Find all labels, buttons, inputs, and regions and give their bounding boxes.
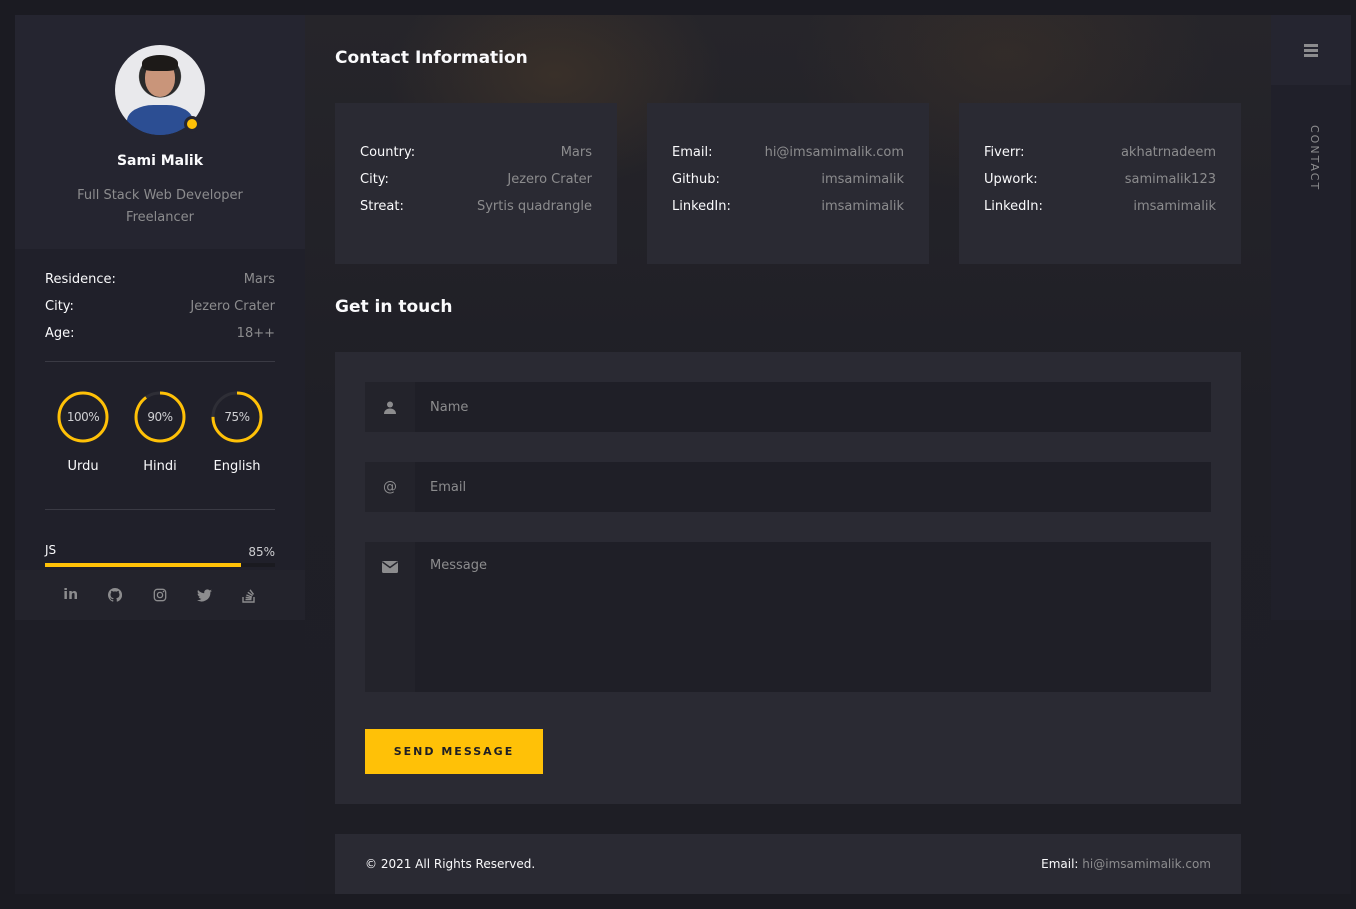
- profile-name: Sami Malik: [116, 153, 204, 169]
- profile-role-line: Full Stack Web Developer: [77, 188, 243, 203]
- profile-role-line: Freelancer: [126, 210, 194, 225]
- email-input[interactable]: [415, 462, 1211, 512]
- menu-toggle[interactable]: [1271, 15, 1351, 85]
- card-label: City:: [360, 172, 389, 187]
- card-value[interactable]: hi@imsamimalik.com: [765, 145, 904, 172]
- social-links: in: [15, 570, 305, 620]
- hamburger-menu-icon[interactable]: [1304, 43, 1318, 57]
- online-status-dot: [184, 116, 200, 132]
- contact-card-freelance: Fiverr: akhatrnadeem Upwork: samimalik123 …: [959, 103, 1241, 264]
- stackoverflow-icon[interactable]: [240, 586, 258, 604]
- language-urdu: 100% Urdu: [57, 391, 109, 474]
- card-label: Email:: [672, 145, 713, 160]
- info-value: Jezero Crater: [190, 299, 275, 314]
- language-name: Hindi: [143, 459, 177, 474]
- footer-email-link[interactable]: hi@imsamimalik.com: [1082, 857, 1211, 871]
- language-progress-ring: 90%: [134, 391, 186, 443]
- info-label: Residence:: [45, 272, 116, 287]
- contact-information-title: Contact Information: [335, 48, 528, 68]
- card-label: Country:: [360, 145, 416, 160]
- info-label: Age:: [45, 326, 75, 341]
- info-row-age: Age: 18++: [45, 326, 275, 353]
- card-label: Github:: [672, 172, 720, 187]
- card-value[interactable]: samimalik123: [1125, 172, 1216, 199]
- contact-card-location: Country: Mars City: Jezero Crater Streat: S…: [335, 103, 617, 264]
- card-label: LinkedIn:: [984, 199, 1043, 214]
- info-row-residence: Residence: Mars: [45, 272, 275, 299]
- card-value[interactable]: akhatrnadeem: [1121, 145, 1216, 172]
- twitter-icon[interactable]: [196, 586, 214, 604]
- info-label: City:: [45, 299, 74, 314]
- language-hindi: 90% Hindi: [134, 391, 186, 474]
- language-percent: 100%: [66, 410, 100, 424]
- profile-header: Sami Malik Full Stack Web Developer Free…: [15, 15, 305, 249]
- language-name: Urdu: [67, 459, 99, 474]
- language-percent: 75%: [224, 410, 250, 424]
- info-row-city: City: Jezero Crater: [45, 299, 275, 326]
- skill-progress-fill: [45, 563, 241, 567]
- card-value[interactable]: imsamimalik: [1133, 199, 1216, 226]
- language-progress-ring: 100%: [57, 391, 109, 443]
- skill-progress-bar: [45, 563, 275, 567]
- card-value: Jezero Crater: [507, 172, 592, 187]
- card-label: Streat:: [360, 199, 404, 214]
- card-label: LinkedIn:: [672, 199, 731, 214]
- right-rail: CONTACT: [1271, 15, 1351, 620]
- message-field-group: [365, 542, 1211, 692]
- info-value: 18++: [236, 326, 275, 341]
- instagram-icon[interactable]: [151, 586, 169, 604]
- email-field-group: @: [365, 462, 1211, 512]
- card-value: Syrtis quadrangle: [476, 199, 592, 214]
- footer-email: Email: hi@imsamimalik.com: [1041, 857, 1211, 871]
- at-sign-icon: @: [365, 462, 415, 512]
- copyright-text: © 2021 All Rights Reserved.: [365, 857, 536, 871]
- language-percent: 90%: [147, 410, 173, 424]
- card-value[interactable]: imsamimalik: [821, 172, 904, 199]
- profile-role: Full Stack Web Developer Freelancer: [15, 185, 305, 229]
- language-name: English: [213, 459, 261, 474]
- card-value[interactable]: imsamimalik: [821, 199, 904, 226]
- skill-name: JS: [45, 543, 57, 557]
- card-label: Fiverr:: [984, 145, 1025, 160]
- divider: [45, 361, 275, 362]
- send-message-button[interactable]: SEND MESSAGE: [365, 729, 543, 774]
- get-in-touch-title: Get in touch: [335, 297, 453, 317]
- card-value: Mars: [560, 145, 592, 160]
- language-progress-ring: 75%: [211, 391, 263, 443]
- contact-form: @ SEND MESSAGE: [335, 352, 1241, 804]
- name-input[interactable]: [415, 382, 1211, 432]
- contact-card-online: Email: hi@imsamimalik.com Github: imsamima…: [647, 103, 929, 264]
- footer: © 2021 All Rights Reserved. Email: hi@im…: [335, 834, 1241, 894]
- github-icon[interactable]: [106, 586, 124, 604]
- sidebar: Sami Malik Full Stack Web Developer Free…: [15, 15, 305, 620]
- info-value: Mars: [243, 272, 275, 287]
- name-field-group: [365, 382, 1211, 432]
- envelope-icon: [365, 542, 415, 692]
- skill-percent: 85%: [248, 545, 275, 559]
- language-english: 75% English: [211, 391, 263, 474]
- languages-section: 100% Urdu 90% Hindi 75% English: [45, 391, 275, 474]
- message-textarea[interactable]: [415, 542, 1211, 692]
- linkedin-icon[interactable]: in: [62, 586, 80, 604]
- divider: [45, 509, 275, 510]
- footer-email-label: Email:: [1041, 857, 1079, 871]
- user-icon: [365, 382, 415, 432]
- personal-info-list: Residence: Mars City: Jezero Crater Age:…: [45, 272, 275, 353]
- current-section-label: CONTACT: [1308, 125, 1321, 192]
- skill-js: JS 85%: [45, 543, 275, 567]
- card-label: Upwork:: [984, 172, 1038, 187]
